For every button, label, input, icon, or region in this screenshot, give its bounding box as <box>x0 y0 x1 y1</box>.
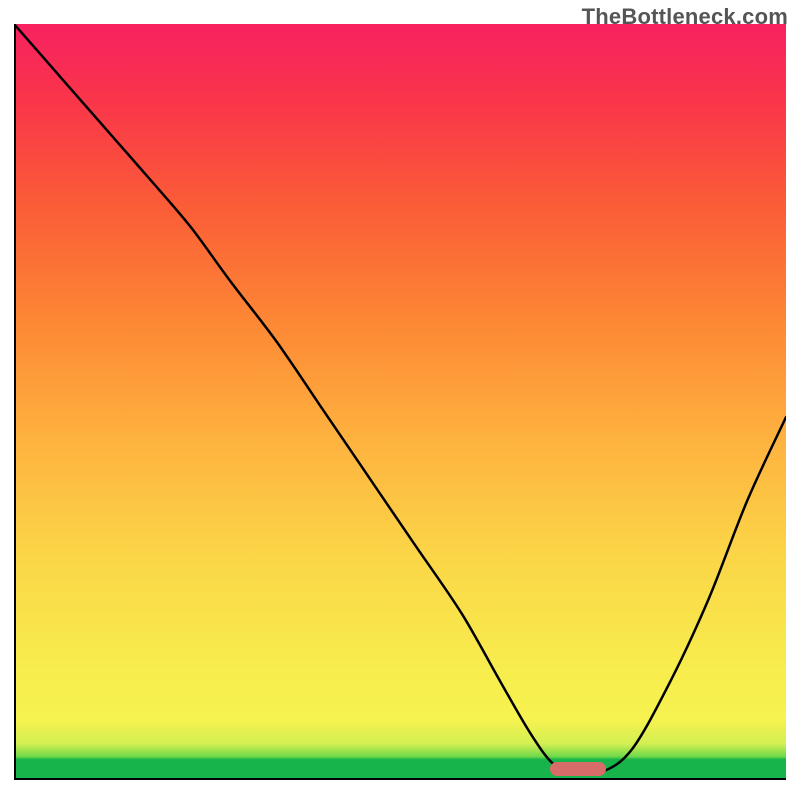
watermark-text: TheBottleneck.com <box>582 4 788 30</box>
chart-root: TheBottleneck.com <box>0 0 800 800</box>
bottleneck-curve <box>14 24 786 780</box>
plot-area <box>14 24 786 780</box>
bottleneck-curve-path <box>14 24 786 774</box>
optimum-marker <box>550 762 606 776</box>
